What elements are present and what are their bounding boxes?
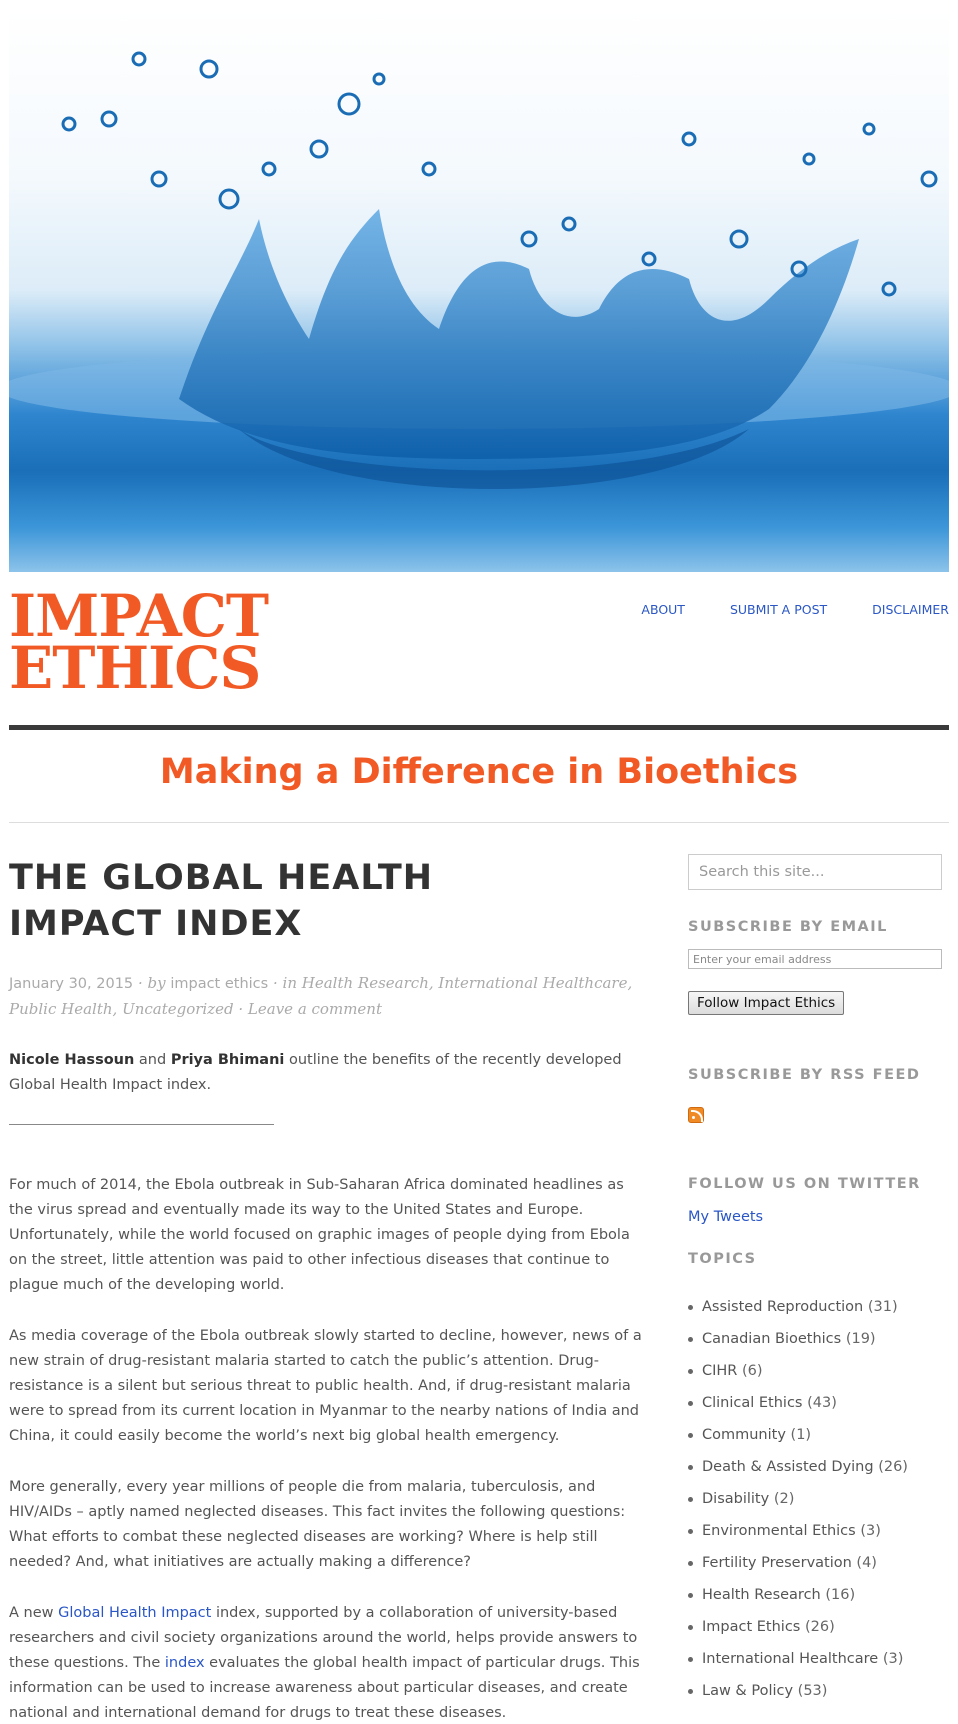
rss-feed-icon[interactable]	[688, 1107, 704, 1123]
follow-button[interactable]: Follow Impact Ethics	[688, 991, 845, 1015]
post-author-link[interactable]: impact ethics	[170, 976, 268, 992]
my-tweets-link[interactable]: My Tweets	[688, 1209, 763, 1225]
category-link-international-healthcare[interactable]: International Healthcare	[438, 974, 627, 992]
email-field[interactable]: Enter your email address	[688, 949, 942, 969]
list-item: Assisted Reproduction (31)	[688, 1291, 942, 1323]
post-date[interactable]: January 30, 2015	[9, 976, 133, 992]
paragraph-3: More generally, every year millions of p…	[9, 1479, 626, 1570]
list-item: Community (1)	[688, 1419, 942, 1451]
list-item: International Healthcare (3)	[688, 1643, 942, 1675]
topic-count: (3)	[882, 1651, 904, 1667]
topic-link[interactable]: Impact Ethics	[702, 1619, 800, 1635]
topic-link[interactable]: Health Research	[702, 1587, 821, 1603]
top-nav: ABOUT SUBMIT A POST DISCLAIMER	[596, 602, 949, 617]
list-item: Disability (2)	[688, 1483, 942, 1515]
site-title[interactable]: IMPACT ETHICS	[9, 587, 269, 697]
list-item: Canadian Bioethics (19)	[688, 1323, 942, 1355]
topic-link[interactable]: CIHR	[702, 1363, 737, 1379]
topic-count: (2)	[773, 1491, 795, 1507]
subscribe-rss-title: SUBSCRIBE BY RSS FEED	[688, 1067, 921, 1083]
post-meta: January 30, 2015 · by impact ethics · in…	[9, 974, 633, 1018]
post-by: · by	[137, 974, 166, 992]
nav-submit-a-post[interactable]: SUBMIT A POST	[730, 602, 827, 617]
topic-count: (1)	[790, 1427, 812, 1443]
intro-author-1: Nicole Hassoun	[9, 1052, 135, 1068]
nav-disclaimer[interactable]: DISCLAIMER	[872, 602, 949, 617]
index-link[interactable]: index	[165, 1655, 205, 1671]
category-link-uncategorized[interactable]: Uncategorized	[122, 1000, 234, 1018]
topic-count: (19)	[845, 1331, 876, 1347]
intro-author-2: Priya Bhimani	[170, 1052, 285, 1068]
site-tagline: Making a Difference in Bioethics	[159, 752, 799, 792]
topic-count: (31)	[867, 1299, 898, 1315]
water-splash-image	[9, 51, 949, 489]
nav-about[interactable]: ABOUT	[641, 602, 685, 617]
list-item: Health Research (16)	[688, 1579, 942, 1611]
main-content: THE GLOBAL HEALTH IMPACT INDEX January 3…	[9, 855, 649, 1724]
category-link-public-health[interactable]: Public Health	[9, 1000, 113, 1018]
topic-link[interactable]: Law & Policy	[702, 1683, 793, 1699]
post-in: · in	[273, 974, 297, 992]
header-divider	[9, 725, 949, 730]
paragraph-4: A new Global Health Impact index, suppor…	[9, 1601, 649, 1724]
topic-count: (26)	[804, 1619, 835, 1635]
list-item: Fertility Preservation (4)	[688, 1547, 942, 1579]
follow-twitter-title: FOLLOW US ON TWITTER	[688, 1176, 921, 1192]
topic-count: (53)	[797, 1683, 828, 1699]
subscribe-email-title: SUBSCRIBE BY EMAIL	[688, 919, 888, 935]
topic-count: (26)	[878, 1459, 908, 1475]
topic-count: (6)	[742, 1363, 763, 1379]
topic-link[interactable]: Community	[702, 1427, 786, 1443]
topic-count: (43)	[807, 1395, 837, 1411]
header-image	[9, 9, 949, 572]
topic-count: (16)	[825, 1587, 856, 1603]
intro-paragraph: Nicole Hassoun and Priya Bhimani outline…	[9, 1048, 649, 1098]
tagline-divider	[9, 822, 949, 823]
topic-link[interactable]: Fertility Preservation	[702, 1555, 852, 1571]
post-title-line1[interactable]: THE GLOBAL HEALTH	[9, 858, 433, 898]
content-divider	[9, 1124, 274, 1125]
paragraph-4-text-a: A new	[9, 1605, 54, 1621]
topic-link[interactable]: Death & Assisted Dying	[702, 1459, 874, 1475]
topic-link[interactable]: Canadian Bioethics	[702, 1331, 841, 1347]
paragraph-1: For much of 2014, the Ebola outbreak in …	[9, 1177, 630, 1293]
post-body: Nicole Hassoun and Priya Bhimani outline…	[9, 1048, 649, 1724]
search-input[interactable]: Search this site...	[688, 854, 942, 890]
list-item: Clinical Ethics (43)	[688, 1387, 942, 1419]
leave-comment-link[interactable]: Leave a comment	[248, 1000, 382, 1018]
list-item: Impact Ethics (26)	[688, 1611, 942, 1643]
post-title[interactable]: THE GLOBAL HEALTH IMPACT INDEX	[9, 855, 649, 947]
list-item: Law & Policy (53)	[688, 1675, 942, 1707]
global-health-impact-link[interactable]: Global Health Impact	[58, 1605, 211, 1621]
topic-link[interactable]: Assisted Reproduction	[702, 1299, 863, 1315]
list-item: Death & Assisted Dying (26)	[688, 1451, 942, 1483]
topics-list: Assisted Reproduction (31) Canadian Bioe…	[688, 1291, 942, 1707]
topic-link[interactable]: Clinical Ethics	[702, 1395, 803, 1411]
topic-link[interactable]: Disability	[702, 1491, 769, 1507]
topic-link[interactable]: Environmental Ethics	[702, 1523, 856, 1539]
topic-count: (3)	[860, 1523, 881, 1539]
topic-link[interactable]: International Healthcare	[702, 1651, 878, 1667]
list-item: Environmental Ethics (3)	[688, 1515, 942, 1547]
paragraph-2: As media coverage of the Ebola outbreak …	[9, 1328, 642, 1444]
site-title-line2[interactable]: ETHICS	[9, 639, 268, 697]
post-title-line2[interactable]: IMPACT INDEX	[9, 904, 302, 944]
topic-count: (4)	[856, 1555, 877, 1571]
list-item: CIHR (6)	[688, 1355, 942, 1387]
intro-and: and	[138, 1052, 167, 1068]
category-link-health-research[interactable]: Health Research	[302, 974, 429, 992]
topics-title: TOPICS	[688, 1251, 757, 1267]
sidebar: Search this site... SUBSCRIBE BY EMAIL E…	[688, 854, 942, 1707]
